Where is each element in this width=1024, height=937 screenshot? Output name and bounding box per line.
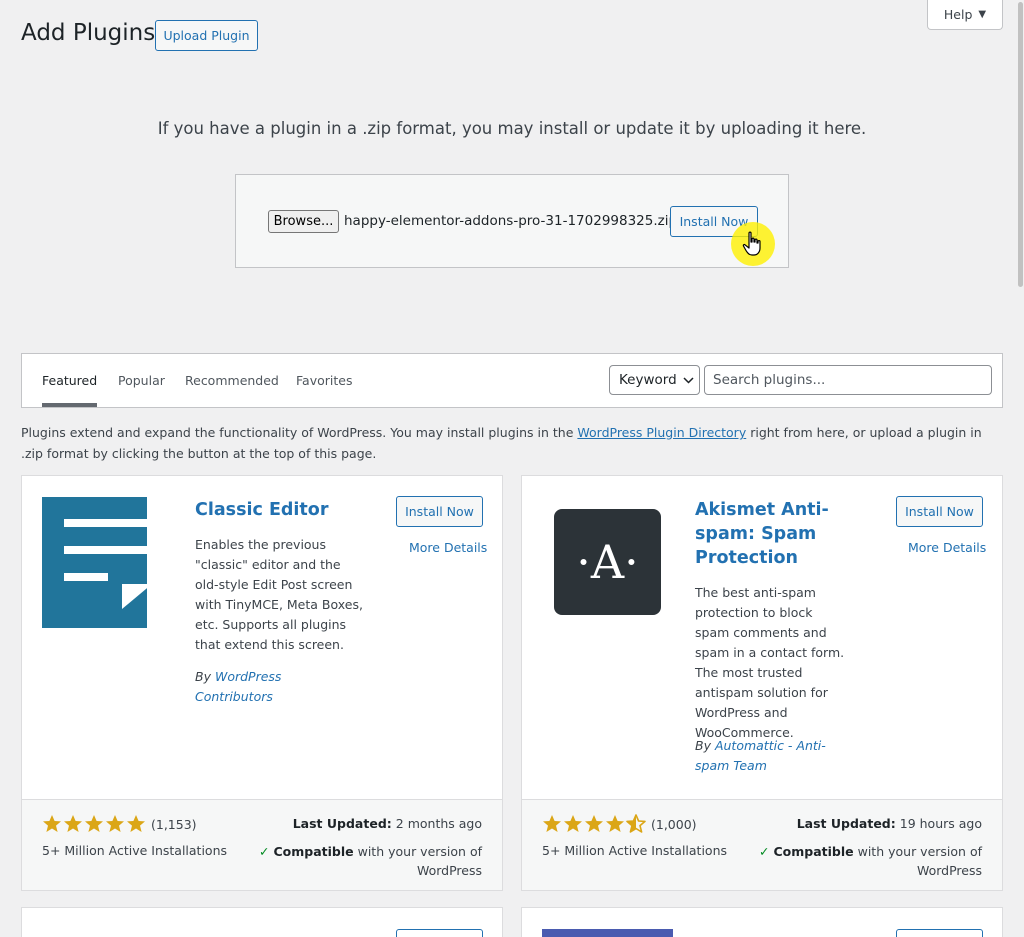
install-now-button-partial[interactable] <box>896 929 983 937</box>
scrollbar-thumb[interactable] <box>1018 2 1023 287</box>
upload-form: Browse... happy-elementor-addons-pro-31-… <box>235 174 789 268</box>
plugin-icon-partial <box>542 929 673 937</box>
star-filled-icon <box>543 815 561 832</box>
help-label: Help <box>943 7 973 22</box>
star-rating: (1,000) <box>542 814 697 834</box>
plugin-description: Enables the previous "classic" editor an… <box>195 537 363 652</box>
intro-text-start: Plugins extend and expand the functional… <box>21 425 578 440</box>
last-updated-value: 2 months ago <box>395 816 482 831</box>
star-filled-icon <box>606 815 624 832</box>
hand-pointer-icon <box>742 231 764 262</box>
install-now-button[interactable]: Install Now <box>896 496 983 527</box>
plugin-author: By WordPress Contributors <box>195 667 315 707</box>
page-title: Add Plugins <box>21 20 156 46</box>
tab-featured[interactable]: Featured <box>42 354 98 407</box>
tab-recommended[interactable]: Recommended <box>185 354 279 407</box>
active-installations: 5+ Million Active Installations <box>542 843 728 858</box>
selected-file-name: happy-elementor-addons-pro-31-1702998325… <box>344 213 678 229</box>
more-details-link[interactable]: More Details <box>409 540 487 555</box>
plugin-card-footer: (1,153) 5+ Million Active Installations … <box>22 799 502 890</box>
tab-favorites[interactable]: Favorites <box>296 354 352 407</box>
last-updated: Last Updated: 2 months ago <box>293 816 482 831</box>
caret-down-icon: ▼ <box>978 9 987 20</box>
search-type-value: Keyword <box>619 372 677 388</box>
author-prefix: By <box>195 669 215 684</box>
plugin-description: The best anti-spam protection to block s… <box>695 585 845 740</box>
compatibility-status: ✓ Compatible with your version of WordPre… <box>752 842 982 880</box>
chevron-down-icon <box>683 376 694 384</box>
last-updated-value: 19 hours ago <box>899 816 982 831</box>
plugin-card-next-left <box>21 907 503 937</box>
rating-count: (1,000) <box>651 816 697 832</box>
active-installations: 5+ Million Active Installations <box>42 843 228 858</box>
plugin-name[interactable]: Classic Editor <box>195 498 365 522</box>
plugin-author: By Automattic - Anti-spam Team <box>695 736 830 776</box>
star-filled-icon <box>64 815 82 832</box>
checkmark-icon: ✓ <box>759 844 770 859</box>
upload-help-text: If you have a plugin in a .zip format, y… <box>157 119 867 138</box>
star-filled-icon <box>585 815 603 832</box>
search-plugins-input[interactable] <box>704 365 992 395</box>
compatible-text: with your version of WordPress <box>857 844 982 878</box>
search-type-select[interactable]: Keyword <box>609 365 700 395</box>
plugin-card-footer: (1,000) 5+ Million Active Installations … <box>522 799 1002 890</box>
plugin-card-classic-editor: Classic Editor Enables the previous "cla… <box>21 475 503 891</box>
star-filled-icon <box>564 815 582 832</box>
plugin-directory-link[interactable]: WordPress Plugin Directory <box>577 425 746 440</box>
upload-plugin-button[interactable]: Upload Plugin <box>155 20 258 51</box>
star-filled-icon <box>43 815 61 832</box>
plugin-card-next-right <box>521 907 1003 937</box>
install-now-button-partial[interactable] <box>396 929 483 937</box>
plugin-name[interactable]: Akismet Anti-spam: Spam Protection <box>695 498 845 570</box>
star-filled-icon <box>127 815 145 832</box>
compatible-text: with your version of WordPress <box>357 844 482 878</box>
last-updated-label: Last Updated: <box>292 816 392 831</box>
compatible-label: Compatible <box>773 844 854 859</box>
akismet-icon: ·A· <box>554 509 661 615</box>
install-now-button[interactable]: Install Now <box>396 496 483 527</box>
plugin-filter-bar: Featured Popular Recommended Favorites K… <box>21 353 1003 408</box>
star-filled-icon <box>106 815 124 832</box>
author-prefix: By <box>695 738 715 753</box>
rating-count: (1,153) <box>151 816 197 832</box>
author-link[interactable]: Automattic - Anti-spam Team <box>695 738 826 773</box>
last-updated: Last Updated: 19 hours ago <box>797 816 982 831</box>
star-rating: (1,153) <box>42 814 197 834</box>
tab-popular[interactable]: Popular <box>118 354 165 407</box>
star-half-icon <box>626 814 646 833</box>
checkmark-icon: ✓ <box>259 844 270 859</box>
more-details-link[interactable]: More Details <box>908 540 986 555</box>
akismet-icon-letter: ·A· <box>576 535 639 589</box>
browse-button[interactable]: Browse... <box>268 210 339 233</box>
compatible-label: Compatible <box>273 844 354 859</box>
plugins-intro-text: Plugins extend and expand the functional… <box>21 422 1006 464</box>
compatibility-status: ✓ Compatible with your version of WordPre… <box>252 842 482 880</box>
help-button[interactable]: Help ▼ <box>927 0 1003 30</box>
classic-editor-icon <box>42 497 152 632</box>
last-updated-label: Last Updated: <box>796 816 896 831</box>
plugin-card-akismet: ·A· Akismet Anti-spam: Spam Protection T… <box>521 475 1003 891</box>
star-filled-icon <box>85 815 103 832</box>
